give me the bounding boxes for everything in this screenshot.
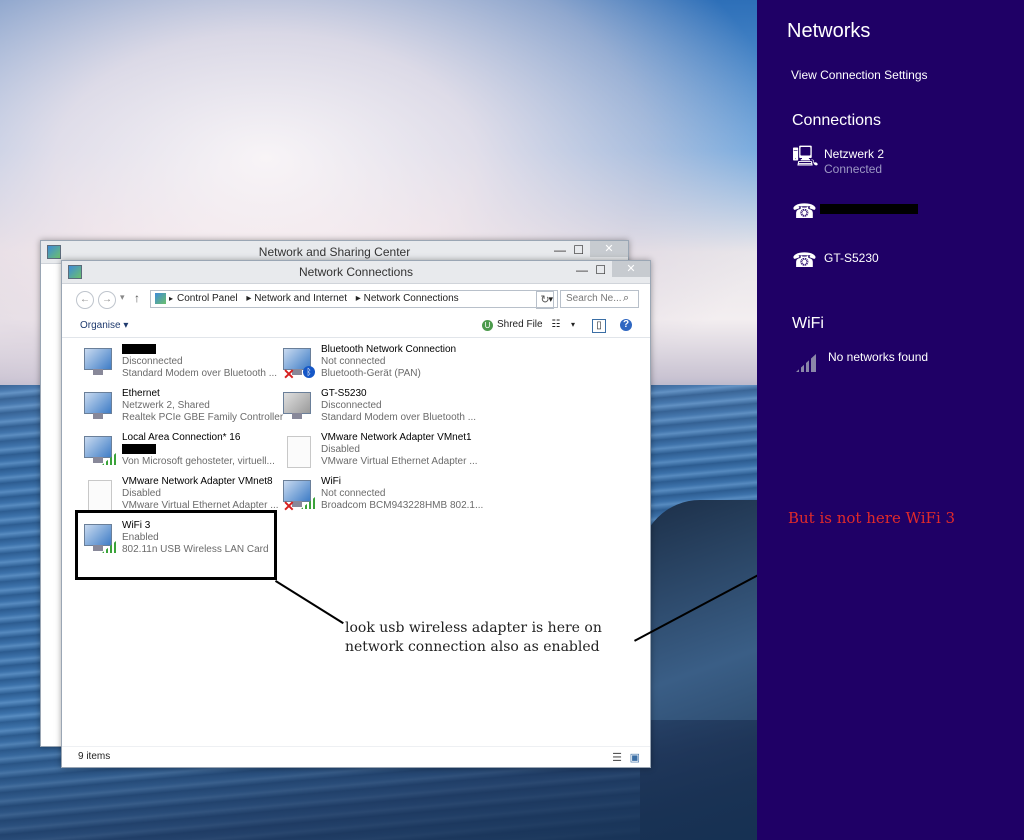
document-icon xyxy=(283,436,315,468)
bluetooth-icon: ✕ ᛒ xyxy=(283,348,315,382)
phone-icon: ☎ xyxy=(792,201,817,223)
maximize-button[interactable]: ☐ xyxy=(573,243,584,257)
connection-device: Von Microsoft gehosteter, virtuell... xyxy=(122,456,275,467)
tiles-view-icon[interactable]: ▣ xyxy=(630,751,640,764)
refresh-icon[interactable]: ↻ xyxy=(536,291,554,309)
minimize-button[interactable]: — xyxy=(576,263,588,277)
connections-header: Connections xyxy=(792,112,881,129)
wifi-bars-icon xyxy=(796,354,816,372)
connection-status: Connected xyxy=(824,162,883,176)
breadcrumb-sep-icon: ▸ xyxy=(355,293,364,304)
redacted-status xyxy=(122,444,156,454)
connection-name: Ethernet xyxy=(122,388,160,399)
connection-status: Netzwerk 2, Shared xyxy=(122,400,210,411)
help-icon[interactable]: ? xyxy=(620,319,632,331)
window-title: Network Connections xyxy=(298,265,414,279)
details-view-icon[interactable]: ☰ xyxy=(612,751,622,764)
item-count: 9 items xyxy=(78,751,111,762)
wifi-header: WiFi xyxy=(792,315,824,332)
close-button[interactable]: ✕ xyxy=(590,241,628,257)
change-view-icon[interactable]: ☷ xyxy=(550,319,562,331)
connection-name: Netzwerk 2 xyxy=(824,147,885,161)
control-panel-icon xyxy=(155,293,166,304)
breadcrumb-control-panel[interactable]: Control Panel xyxy=(177,293,238,304)
command-bar: Organise ▾ U Shred File ☷ ▾ ▯ ? xyxy=(62,315,650,338)
connection-name: GT-S5230 xyxy=(321,388,367,399)
connection-name: GT-S5230 xyxy=(824,251,879,265)
connection-gt-s5230[interactable]: ☎ GT-S5230 xyxy=(792,249,1012,285)
connection-device: Standard Modem over Bluetooth ... xyxy=(321,412,477,423)
up-arrow-icon[interactable]: ↑ xyxy=(134,291,140,305)
connection-item-ethernet[interactable]: Ethernet Netzwerk 2, Shared Realtek PCIe… xyxy=(80,388,284,430)
shred-file-button[interactable]: Shred File xyxy=(497,319,543,330)
connection-status: Disconnected xyxy=(321,400,382,411)
address-bar[interactable]: ▸ Control Panel ▸ Network and Internet ▸… xyxy=(150,290,558,308)
wifi-signal-icon xyxy=(84,436,116,466)
wifi-disconnected-icon: ✕ xyxy=(283,480,315,514)
breadcrumb-sep-icon[interactable]: ▸ xyxy=(169,291,173,307)
connection-status: Disabled xyxy=(321,444,360,455)
forward-arrow-icon[interactable]: → xyxy=(98,291,116,309)
wired-network-icon: 🖳 xyxy=(792,146,819,168)
recent-chevron-icon[interactable]: ▾ xyxy=(120,292,125,303)
connection-device: Broadcom BCM943228HMB 802.1... xyxy=(321,500,484,511)
connection-status: Not connected xyxy=(321,488,386,499)
connection-redacted[interactable]: ☎ xyxy=(792,200,1012,236)
connection-item-local-area-16[interactable]: Local Area Connection* 16 Von Microsoft … xyxy=(80,432,280,474)
breadcrumb-network-connections[interactable]: Network Connections xyxy=(364,293,459,304)
phone-icon: ☎ xyxy=(792,250,817,272)
preview-pane-icon[interactable]: ▯ xyxy=(592,319,606,333)
connection-device: VMware Virtual Ethernet Adapter ... xyxy=(321,456,478,467)
no-networks-text: No networks found xyxy=(828,350,929,364)
annotation-note-line2: network connection also as enabled xyxy=(345,639,600,655)
annotation-note-line1: look usb wireless adapter is here on xyxy=(345,620,602,636)
network-connections-titlebar[interactable]: Network Connections — ☐ ✕ xyxy=(62,261,650,284)
connection-device: Standard Modem over Bluetooth ... xyxy=(122,368,278,379)
connection-name: WiFi xyxy=(321,476,341,487)
view-options-chevron-icon[interactable]: ▾ xyxy=(567,319,579,331)
connection-device: Bluetooth-Gerät (PAN) xyxy=(321,368,421,379)
network-monitor-icon xyxy=(283,392,315,422)
connection-item-vmnet1[interactable]: VMware Network Adapter VMnet1 Disabled V… xyxy=(279,432,479,474)
close-button[interactable]: ✕ xyxy=(612,261,650,277)
connection-name: Local Area Connection* 16 xyxy=(122,432,241,443)
connection-status: Disabled xyxy=(122,488,161,499)
redacted-name xyxy=(820,204,918,214)
connection-name: VMware Network Adapter VMnet8 xyxy=(122,476,273,487)
maximize-button[interactable]: ☐ xyxy=(595,263,606,277)
annotation-red-note: But is not here WiFi 3 xyxy=(788,509,956,527)
minimize-button[interactable]: — xyxy=(554,243,566,257)
status-bar: 9 items ☰ ▣ xyxy=(62,746,650,767)
highlight-box xyxy=(75,510,277,580)
shred-file-icon[interactable]: U xyxy=(482,320,493,331)
connection-status: Not connected xyxy=(321,356,386,367)
connection-item-bt-modem[interactable]: Disconnected Standard Modem over Bluetoo… xyxy=(80,344,280,386)
connection-item-wifi[interactable]: ✕ WiFi Not connected Broadcom BCM943228H… xyxy=(279,476,483,518)
connection-item-gt-s5230[interactable]: GT-S5230 Disconnected Standard Modem ove… xyxy=(279,388,479,430)
back-arrow-icon[interactable]: ← xyxy=(76,291,94,309)
redacted-name xyxy=(122,344,156,354)
sharing-center-title: Network and Sharing Center xyxy=(258,245,411,259)
network-monitor-icon xyxy=(84,392,116,422)
connection-item-bluetooth[interactable]: ✕ ᛒ Bluetooth Network Connection Not conn… xyxy=(279,344,479,386)
pane-title: Networks xyxy=(787,20,871,42)
connection-netzwerk-2[interactable]: 🖳 Netzwerk 2 Connected xyxy=(792,145,1012,181)
search-icon[interactable]: ⌕ xyxy=(623,292,629,305)
network-monitor-icon xyxy=(84,348,116,378)
connection-device: Realtek PCIe GBE Family Controller xyxy=(122,412,284,423)
organise-button[interactable]: Organise ▾ xyxy=(80,320,128,331)
breadcrumb-network-internet[interactable]: Network and Internet xyxy=(254,293,347,304)
connection-name: VMware Network Adapter VMnet1 xyxy=(321,432,472,443)
connection-name: Bluetooth Network Connection xyxy=(321,344,457,355)
networks-charm-pane: Networks View Connection Settings Connec… xyxy=(757,0,1024,840)
view-connection-settings-link[interactable]: View Connection Settings xyxy=(791,68,928,82)
address-bar-row: ← → ▾ ↑ ▸ Control Panel ▸ Network and In… xyxy=(70,289,645,309)
document-icon xyxy=(84,480,116,512)
connection-status: Disconnected xyxy=(122,356,183,367)
